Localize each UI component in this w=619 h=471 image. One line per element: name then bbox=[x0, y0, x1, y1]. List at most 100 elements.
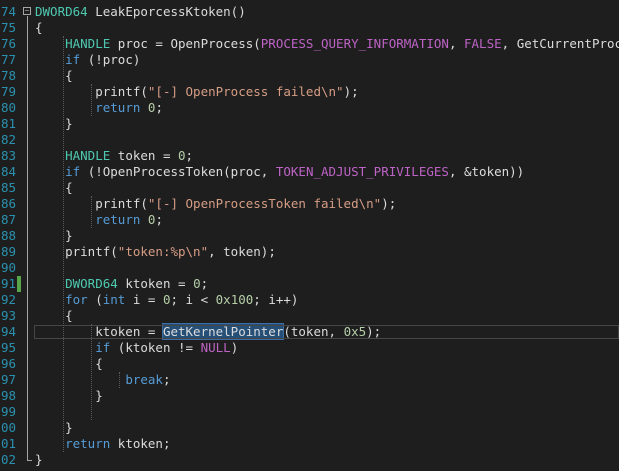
code-line[interactable]: 76 HANDLE proc = OpenProcess(PROCESS_QUE… bbox=[0, 36, 619, 52]
code-line[interactable]: 86 printf("[-] OpenProcessToken failed\n… bbox=[0, 196, 619, 212]
keyword-token: break bbox=[125, 372, 163, 387]
code-text: token = bbox=[110, 148, 178, 163]
code-line[interactable]: 80 return 0; bbox=[0, 100, 619, 116]
line-number: 79 bbox=[0, 84, 16, 99]
collapse-icon[interactable]: − bbox=[23, 7, 31, 15]
string-literal: "[-] OpenProcess failed\n" bbox=[147, 84, 344, 99]
code-text: , GetCurrentProcessId bbox=[501, 36, 619, 51]
code-text: ktoken = bbox=[117, 276, 194, 291]
number-literal: 0 bbox=[162, 292, 171, 307]
code-line[interactable]: 00 } bbox=[0, 420, 619, 436]
code-line[interactable]: 96 { bbox=[0, 356, 619, 372]
code-line[interactable]: 79 printf("[-] OpenProcess failed\n"); bbox=[0, 84, 619, 100]
indent-guide bbox=[119, 372, 120, 388]
code-line[interactable]: 84 if (!OpenProcessToken(proc, TOKEN_ADJ… bbox=[0, 164, 619, 180]
code-text: ktoken; bbox=[110, 436, 171, 451]
line-number: 83 bbox=[0, 148, 16, 163]
line-number: 92 bbox=[0, 292, 16, 307]
code-line-content: if (ktoken != NULL) bbox=[35, 340, 238, 356]
code-line[interactable]: 93 { bbox=[0, 308, 619, 324]
code-text: LeakEporcessKtoken() bbox=[87, 4, 246, 19]
line-number: 95 bbox=[0, 340, 16, 355]
code-line[interactable]: 97 break; bbox=[0, 372, 619, 388]
fold-region-end bbox=[27, 460, 32, 461]
code-line[interactable]: 88 } bbox=[0, 228, 619, 244]
macro-token: TOKEN_ADJUST_PRIVILEGES bbox=[275, 164, 449, 179]
number-literal: 0 bbox=[178, 148, 186, 163]
indent-guide bbox=[63, 36, 64, 452]
code-line[interactable]: 99 bbox=[0, 404, 619, 420]
type-token: HANDLE bbox=[65, 148, 111, 163]
string-literal: "[-] OpenProcessToken failed\n" bbox=[147, 196, 382, 211]
code-line[interactable]: 98 } bbox=[0, 388, 619, 404]
code-line[interactable]: 75 { bbox=[0, 20, 619, 36]
keyword-token: int bbox=[102, 292, 126, 307]
number-literal: 0x100 bbox=[215, 292, 254, 307]
code-text: (!proc) bbox=[80, 52, 141, 67]
code-line-content: return 0; bbox=[35, 100, 163, 116]
type-token: DWORD64 bbox=[35, 4, 88, 19]
code-editor[interactable]: 74− DWORD64 LeakEporcessKtoken() 75 {76 HAN… bbox=[0, 0, 619, 471]
code-line[interactable]: 83 HANDLE token = 0; bbox=[0, 148, 619, 164]
code-line-content: return 0; bbox=[35, 212, 163, 228]
code-line[interactable]: 74− DWORD64 LeakEporcessKtoken() bbox=[0, 4, 619, 20]
code-text: , &token)) bbox=[448, 164, 525, 179]
code-text: ) bbox=[230, 340, 239, 355]
keyword-token: for bbox=[65, 292, 88, 307]
code-text: ; bbox=[155, 100, 163, 115]
code-text: } bbox=[35, 388, 103, 403]
line-number: 97 bbox=[0, 372, 16, 387]
string-literal: "token:%p\n" bbox=[117, 244, 209, 259]
code-text: } bbox=[35, 116, 73, 131]
code-line[interactable]: 77 if (!proc) bbox=[0, 52, 619, 68]
macro-token: PROCESS_QUERY_INFORMATION bbox=[260, 36, 449, 51]
keyword-token: return bbox=[65, 436, 111, 451]
keyword-token: if bbox=[65, 52, 81, 67]
code-line[interactable]: 85 { bbox=[0, 180, 619, 196]
line-number: 89 bbox=[0, 244, 16, 259]
code-text: (ktoken != bbox=[110, 340, 201, 355]
macro-token: NULL bbox=[200, 340, 231, 355]
code-line[interactable]: 92 for (int i = 0; i < 0x100; i++) bbox=[0, 292, 619, 308]
code-text: { bbox=[35, 68, 73, 83]
code-text: { bbox=[35, 308, 73, 323]
code-line[interactable]: 01 return ktoken; bbox=[0, 436, 619, 452]
code-line-content: } bbox=[35, 116, 73, 132]
code-text: , token); bbox=[208, 244, 276, 259]
code-line[interactable]: 91 DWORD64 ktoken = 0; bbox=[0, 276, 619, 292]
code-text: ; i++) bbox=[253, 292, 299, 307]
code-line[interactable]: 78 { bbox=[0, 68, 619, 84]
code-line[interactable]: 89 printf("token:%p\n", token); bbox=[0, 244, 619, 260]
indent-guide bbox=[91, 84, 92, 116]
line-number: 77 bbox=[0, 52, 16, 67]
code-line-content: printf("[-] OpenProcess failed\n"); bbox=[35, 84, 358, 100]
line-number: 96 bbox=[0, 356, 16, 371]
code-line-content: if (!OpenProcessToken(proc, TOKEN_ADJUST… bbox=[35, 164, 524, 180]
code-line-content: HANDLE proc = OpenProcess(PROCESS_QUERY_… bbox=[35, 36, 619, 52]
code-line[interactable]: 87 return 0; bbox=[0, 212, 619, 228]
code-text: } bbox=[35, 228, 73, 243]
code-line[interactable]: 90 bbox=[0, 260, 619, 276]
code-line[interactable]: 02} bbox=[0, 452, 619, 468]
code-line[interactable]: 82 bbox=[0, 132, 619, 148]
code-text: ; bbox=[200, 276, 209, 291]
type-token: HANDLE bbox=[65, 36, 111, 51]
type-token: DWORD64 bbox=[65, 276, 118, 291]
code-line-content: } bbox=[35, 452, 43, 468]
code-text: proc = OpenProcess( bbox=[110, 36, 261, 51]
code-text: { bbox=[35, 20, 43, 35]
code-line[interactable]: 81 } bbox=[0, 116, 619, 132]
saved-change-marker bbox=[17, 276, 21, 292]
code-line-content: DWORD64 LeakEporcessKtoken() bbox=[35, 4, 246, 20]
line-number: 02 bbox=[0, 452, 16, 467]
code-text: (!OpenProcessToken(proc, bbox=[80, 164, 276, 179]
code-line[interactable]: 95 if (ktoken != NULL) bbox=[0, 340, 619, 356]
code-text: } bbox=[35, 420, 73, 435]
line-number: 88 bbox=[0, 228, 16, 243]
line-number: 75 bbox=[0, 20, 16, 35]
